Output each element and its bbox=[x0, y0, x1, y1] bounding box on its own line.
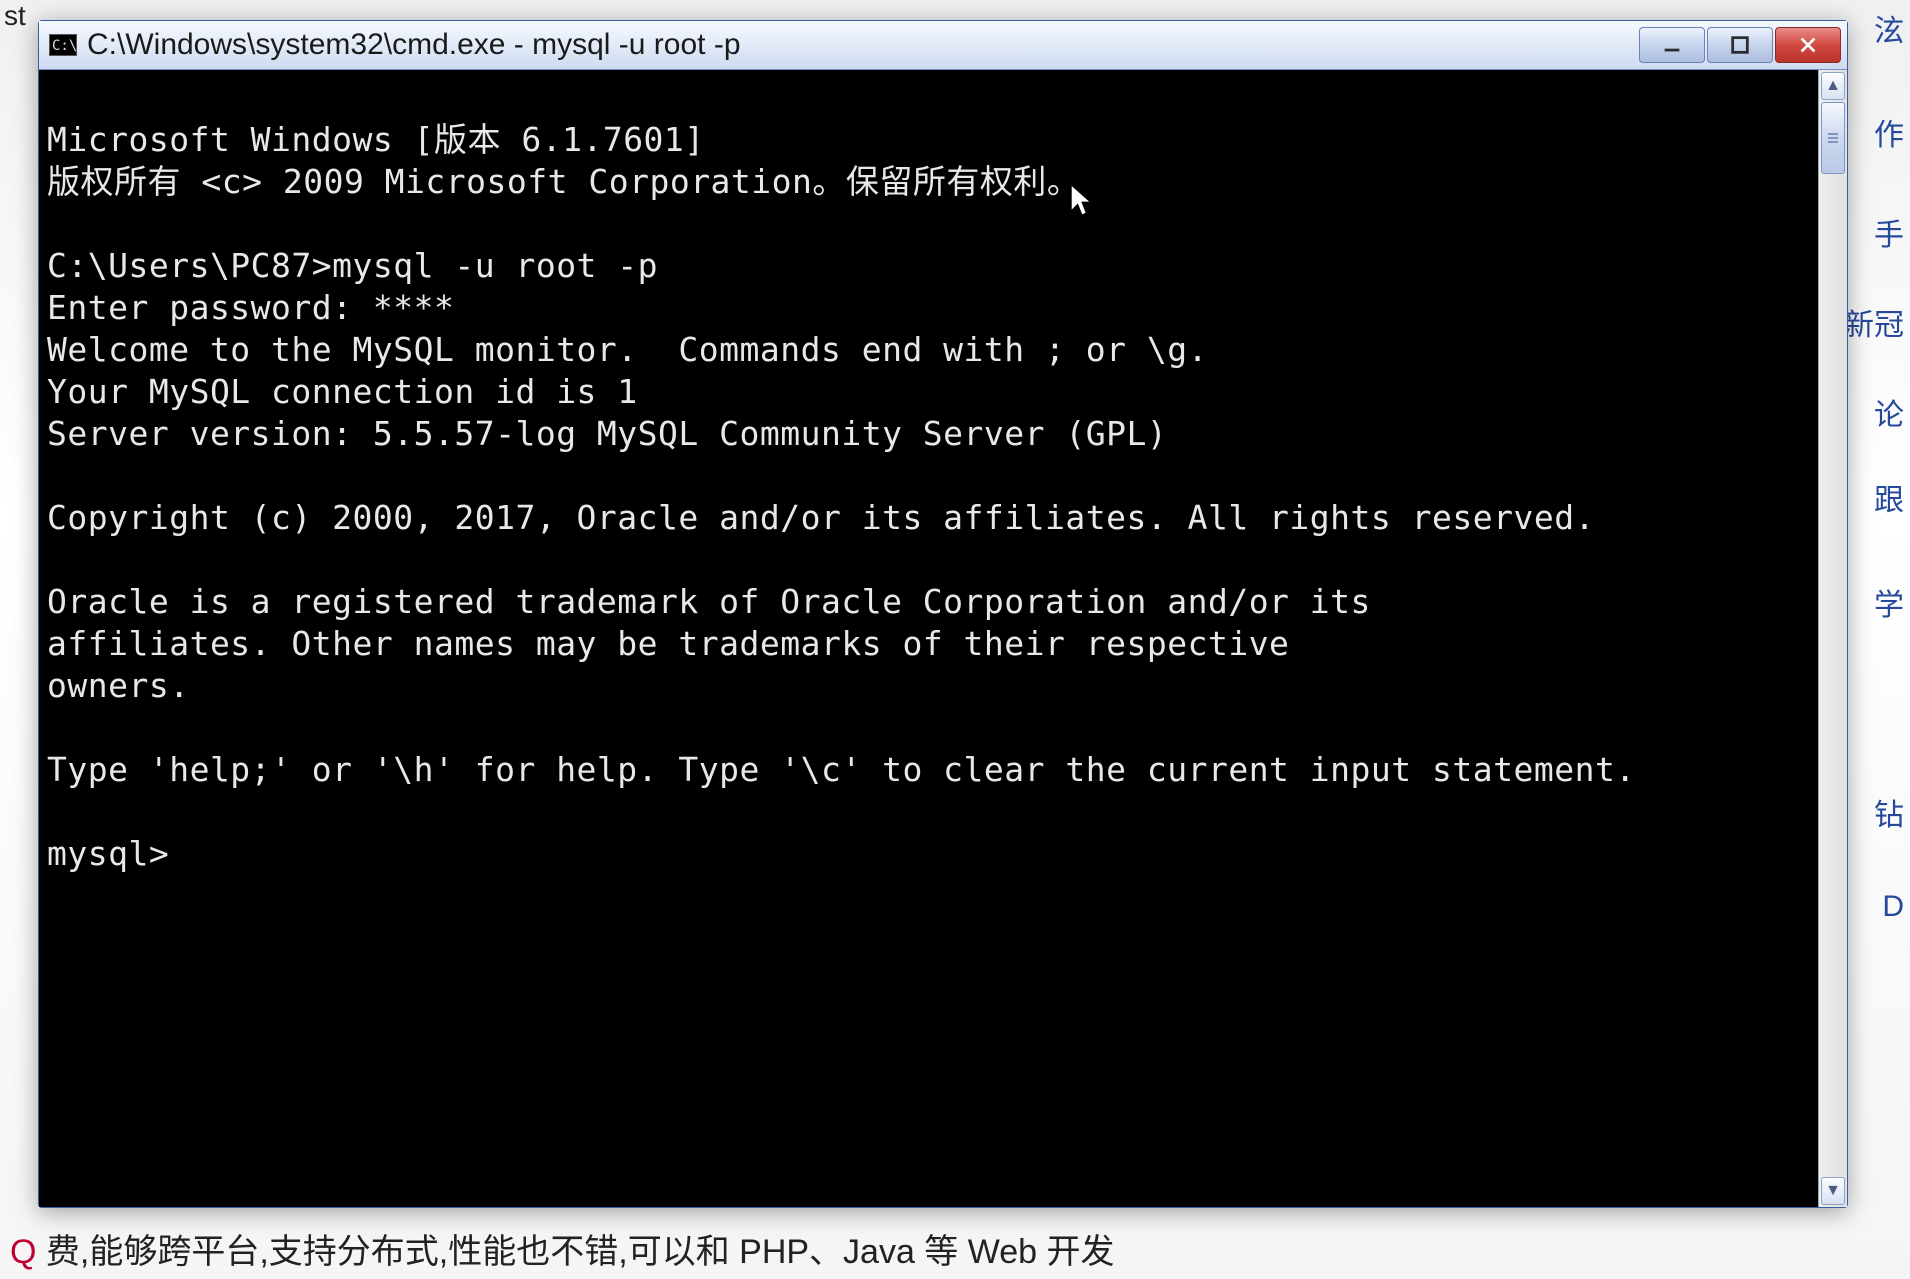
titlebar[interactable]: C:\ C:\Windows\system32\cmd.exe - mysql … bbox=[39, 21, 1847, 70]
background-text-fragment: 论 bbox=[1874, 390, 1904, 434]
background-text-fragment: D bbox=[1882, 890, 1904, 924]
minimize-icon bbox=[1661, 34, 1683, 56]
background-bottom-content: 费,能够跨平台,支持分布式,性能也不错,可以和 PHP、Java 等 Web 开… bbox=[46, 1233, 1115, 1271]
maximize-button[interactable] bbox=[1707, 27, 1773, 63]
terminal-output[interactable]: Microsoft Windows [版本 6.1.7601] 版权所有 <c>… bbox=[39, 103, 1818, 1174]
client-area: Microsoft Windows [版本 6.1.7601] 版权所有 <c>… bbox=[39, 70, 1847, 1207]
background-text-fragment: st bbox=[4, 0, 26, 32]
cmd-window[interactable]: C:\ C:\Windows\system32\cmd.exe - mysql … bbox=[38, 20, 1848, 1208]
chevron-down-icon: ▼ bbox=[1825, 1182, 1841, 1200]
scroll-thumb[interactable] bbox=[1821, 102, 1845, 174]
window-controls bbox=[1639, 27, 1841, 63]
background-bottom-text: Q 费,能够跨平台,支持分布式,性能也不错,可以和 PHP、Java 等 Web… bbox=[10, 1224, 1115, 1273]
background-text-fragment: 手 bbox=[1874, 210, 1904, 254]
maximize-icon bbox=[1729, 34, 1751, 56]
background-text-fragment: 学 bbox=[1874, 580, 1904, 624]
minimize-button[interactable] bbox=[1639, 27, 1705, 63]
background-text-fragment: 作 bbox=[1874, 110, 1904, 154]
background-q-marker: Q bbox=[10, 1233, 36, 1271]
close-icon bbox=[1797, 34, 1819, 56]
background-text-fragment: 钻 bbox=[1874, 790, 1904, 834]
scroll-down-button[interactable]: ▼ bbox=[1821, 1177, 1845, 1205]
background-text-fragment: 新冠 bbox=[1844, 300, 1904, 344]
close-button[interactable] bbox=[1775, 27, 1841, 63]
scroll-up-button[interactable]: ▲ bbox=[1821, 72, 1845, 100]
background-text-fragment: 泫 bbox=[1874, 6, 1904, 50]
cmd-icon: C:\ bbox=[49, 34, 77, 56]
background-text-fragment: 跟 bbox=[1874, 475, 1904, 519]
vertical-scrollbar[interactable]: ▲ ▼ bbox=[1818, 70, 1847, 1207]
window-title: C:\Windows\system32\cmd.exe - mysql -u r… bbox=[87, 28, 1629, 62]
chevron-up-icon: ▲ bbox=[1825, 77, 1841, 95]
